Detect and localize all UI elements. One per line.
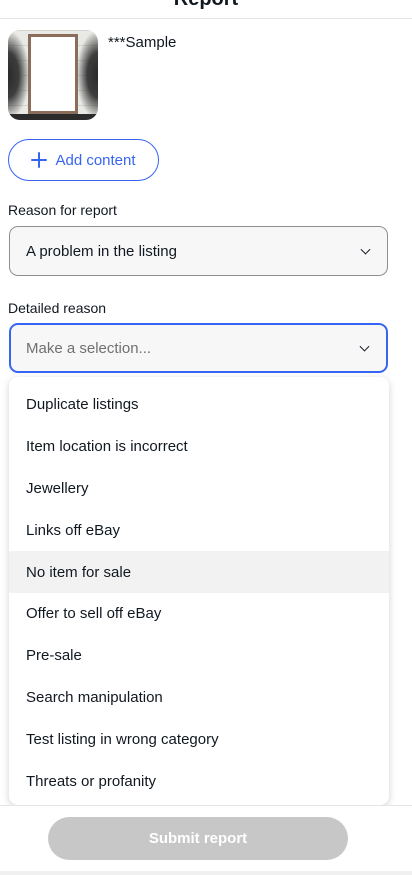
detailed-reason-label: Detailed reason [8,300,107,316]
dropdown-option[interactable]: Search manipulation [9,677,389,719]
add-content-button[interactable]: Add content [8,139,159,181]
report-page: Report ***Sample Add content Reason for … [0,0,412,875]
option-label: Pre-sale [26,647,82,665]
detailed-reason-select[interactable]: Make a selection... [9,323,388,373]
add-content-label: Add content [55,151,136,169]
option-label: Item location is incorrect [26,438,188,456]
dropdown-option[interactable]: Pre-sale [9,635,389,677]
dropdown-option[interactable]: Threats or profanity [9,760,389,802]
option-label: No item for sale [26,563,132,581]
bottom-action-bar: Submit report [0,805,412,875]
option-label: Test listing in wrong category [26,730,219,748]
reason-select[interactable]: A problem in the listing [9,226,388,276]
bottom-divider [0,805,412,806]
thumbnail-shadow-left [8,30,30,120]
detailed-reason-dropdown: Duplicate listings Item location is inco… [9,377,389,805]
reason-select-value: A problem in the listing [26,242,177,260]
dropdown-option[interactable]: Duplicate listings [9,384,389,426]
plus-icon [31,152,48,168]
dropdown-option[interactable]: Test listing in wrong category [9,718,389,760]
option-label: Jewellery [26,479,89,497]
dropdown-option[interactable]: Offer to sell off eBay [9,593,389,635]
page-title: Report [0,0,412,12]
detailed-reason-placeholder: Make a selection... [26,339,152,357]
thumbnail-floor [8,114,98,120]
submit-report-button[interactable]: Submit report [48,817,348,860]
reason-label: Reason for report [8,202,117,218]
thumbnail-frame [28,34,78,114]
dropdown-option[interactable]: Item location is incorrect [9,426,389,468]
chevron-down-icon [360,244,371,255]
dropdown-option[interactable]: Jewellery [9,468,389,510]
item-title: ***Sample [108,34,177,51]
thumbnail-shadow-right [76,30,98,120]
option-label: Search manipulation [26,688,163,706]
header-divider [0,18,412,19]
option-label: Threats or profanity [26,772,157,790]
dropdown-option-hovered[interactable]: No item for sale [9,551,389,593]
option-label: Offer to sell off eBay [26,605,162,623]
chevron-down-icon [359,341,370,352]
item-thumbnail [8,30,98,120]
bottom-edge [0,871,412,875]
option-label: Duplicate listings [26,396,139,414]
dropdown-top-padding [9,377,389,384]
dropdown-option[interactable]: Links off eBay [9,509,389,551]
option-label: Links off eBay [26,521,120,539]
